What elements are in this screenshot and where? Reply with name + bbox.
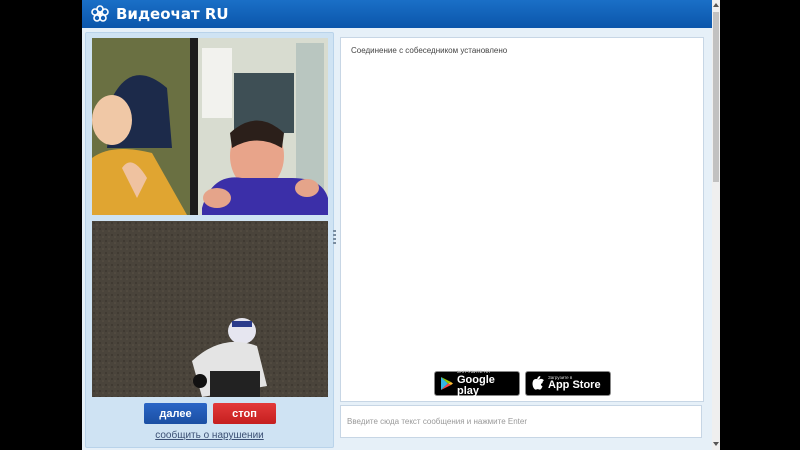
self-video [92,221,328,397]
message-input[interactable] [340,405,702,438]
videochat-app: Видеочат RU далее стоп сообщить о наруше… [82,0,712,450]
app-title: Видеочат RU [116,5,229,23]
google-badge-title: Google play [457,373,495,397]
scroll-up-arrow-icon[interactable] [713,3,719,7]
header-bar: Видеочат RU [82,0,712,28]
video-panel: далее стоп сообщить о нарушении [85,32,334,448]
flower-logo-icon [90,4,110,24]
scroll-down-arrow-icon[interactable] [713,442,719,446]
report-violation-link[interactable]: сообщить о нарушении [86,430,333,441]
app-store-badge[interactable]: Загрузите в App Store [525,371,611,396]
next-button[interactable]: далее [144,403,207,424]
chat-log: Соединение с собеседником установлено ЗА… [340,37,704,402]
partner-video [92,38,328,215]
page-scrollbar[interactable] [712,0,720,450]
scroll-thumb[interactable] [713,12,719,182]
apple-badge-title: App Store [548,379,601,392]
connection-status-message: Соединение с собеседником установлено [351,46,508,55]
google-play-badge[interactable]: ЗАГРУЗИТЕ НА Google play [434,370,520,397]
panel-splitter-handle[interactable] [333,230,336,244]
stop-button[interactable]: стоп [213,403,276,424]
chat-controls: далее стоп сообщить о нарушении [86,402,333,447]
apple-icon [532,376,545,391]
google-play-icon [440,376,454,391]
